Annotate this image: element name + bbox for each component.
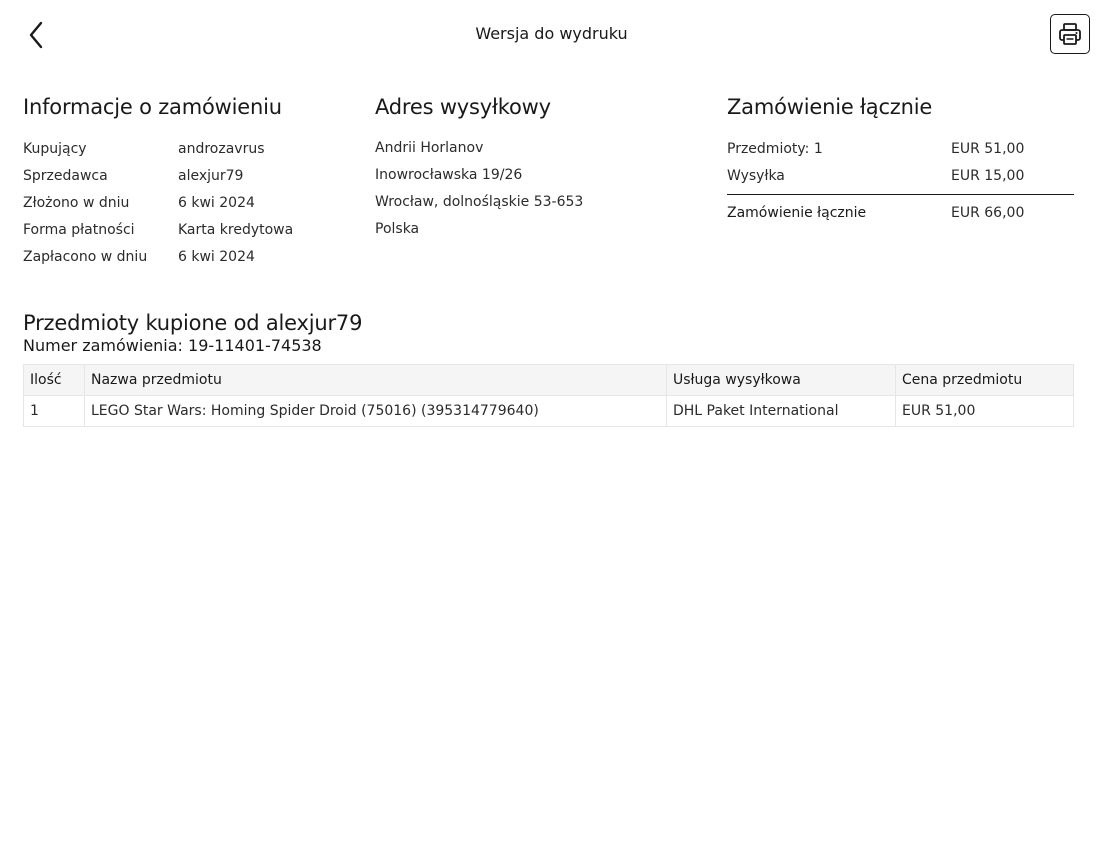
order-info-label: Złożono w dniu <box>23 194 130 211</box>
order-number: Numer zamówienia: 19-11401-74538 <box>23 336 322 355</box>
order-info-row: Kupujący androzavrus <box>23 135 353 162</box>
total-breakdown-value: EUR 51,00 <box>951 140 1025 157</box>
address-line: Wrocław, dolnośląskie 53-653 <box>375 194 584 210</box>
table-row: 1 LEGO Star Wars: Homing Spider Droid (7… <box>23 395 1074 427</box>
item-price: EUR 51,00 <box>895 395 1074 427</box>
total-breakdown-label: Wysyłka <box>727 167 785 184</box>
address-line: Polska <box>375 221 420 237</box>
order-total-section: Zamówienie łącznie Przedmioty: 1 EUR 51,… <box>727 95 1074 226</box>
total-breakdown-row: Wysyłka EUR 15,00 <box>727 162 1074 189</box>
order-info-row: Zapłacono w dniu 6 kwi 2024 <box>23 243 353 270</box>
item-quantity: 1 <box>23 395 85 427</box>
order-total-label: Zamówienie łącznie <box>727 204 867 221</box>
column-header-item-name: Nazwa przedmiotu <box>84 364 667 396</box>
order-info-row: Złożono w dniu 6 kwi 2024 <box>23 189 353 216</box>
order-info-row: Forma płatności Karta kredytowa <box>23 216 353 243</box>
page-header: Wersja do wydruku <box>0 0 1103 70</box>
address-line: Inowrocławska 19/26 <box>375 167 523 183</box>
order-info-value: 6 kwi 2024 <box>178 248 255 265</box>
items-table-header-row: Ilość Nazwa przedmiotu Usługa wysyłkowa … <box>23 364 1074 396</box>
order-info-title: Informacje o zamówieniu <box>23 95 282 119</box>
order-total-value: EUR 66,00 <box>951 204 1025 221</box>
total-breakdown-label: Przedmioty: 1 <box>727 140 823 157</box>
order-info-label: Sprzedawca <box>23 167 108 184</box>
printer-icon <box>1059 23 1081 45</box>
order-info-row: Sprzedawca alexjur79 <box>23 162 353 189</box>
order-info-label: Forma płatności <box>23 221 135 238</box>
total-breakdown-value: EUR 15,00 <box>951 167 1025 184</box>
column-header-shipping-service: Usługa wysyłkowa <box>666 364 896 396</box>
shipping-address-title: Adres wysyłkowy <box>375 95 551 119</box>
items-table: Ilość Nazwa przedmiotu Usługa wysyłkowa … <box>23 364 1074 427</box>
order-info-label: Kupujący <box>23 140 87 157</box>
order-info-value: alexjur79 <box>178 167 244 184</box>
order-info-value: 6 kwi 2024 <box>178 194 255 211</box>
purchased-items-section: Przedmioty kupione od alexjur79 Numer za… <box>23 311 1074 427</box>
order-total-title: Zamówienie łącznie <box>727 95 933 119</box>
item-shipping-service: DHL Paket International <box>666 395 896 427</box>
item-name: LEGO Star Wars: Homing Spider Droid (750… <box>84 395 667 427</box>
total-breakdown-row: Przedmioty: 1 EUR 51,00 <box>727 135 1074 162</box>
total-divider <box>727 194 1074 195</box>
order-info-value: androzavrus <box>178 140 265 157</box>
order-info-section: Informacje o zamówieniu Kupujący androza… <box>23 95 353 270</box>
address-line: Andrii Horlanov <box>375 140 484 156</box>
page-title: Wersja do wydruku <box>475 24 628 43</box>
purchased-items-title: Przedmioty kupione od alexjur79 <box>23 311 363 335</box>
column-header-item-price: Cena przedmiotu <box>895 364 1074 396</box>
order-total-row: Zamówienie łącznie EUR 66,00 <box>727 199 1074 226</box>
print-button[interactable] <box>1050 14 1090 54</box>
order-info-value: Karta kredytowa <box>178 221 294 238</box>
order-info-label: Zapłacono w dniu <box>23 248 148 265</box>
column-header-quantity: Ilość <box>23 364 85 396</box>
shipping-address-section: Adres wysyłkowy Andrii Horlanov Inowrocł… <box>375 95 705 243</box>
